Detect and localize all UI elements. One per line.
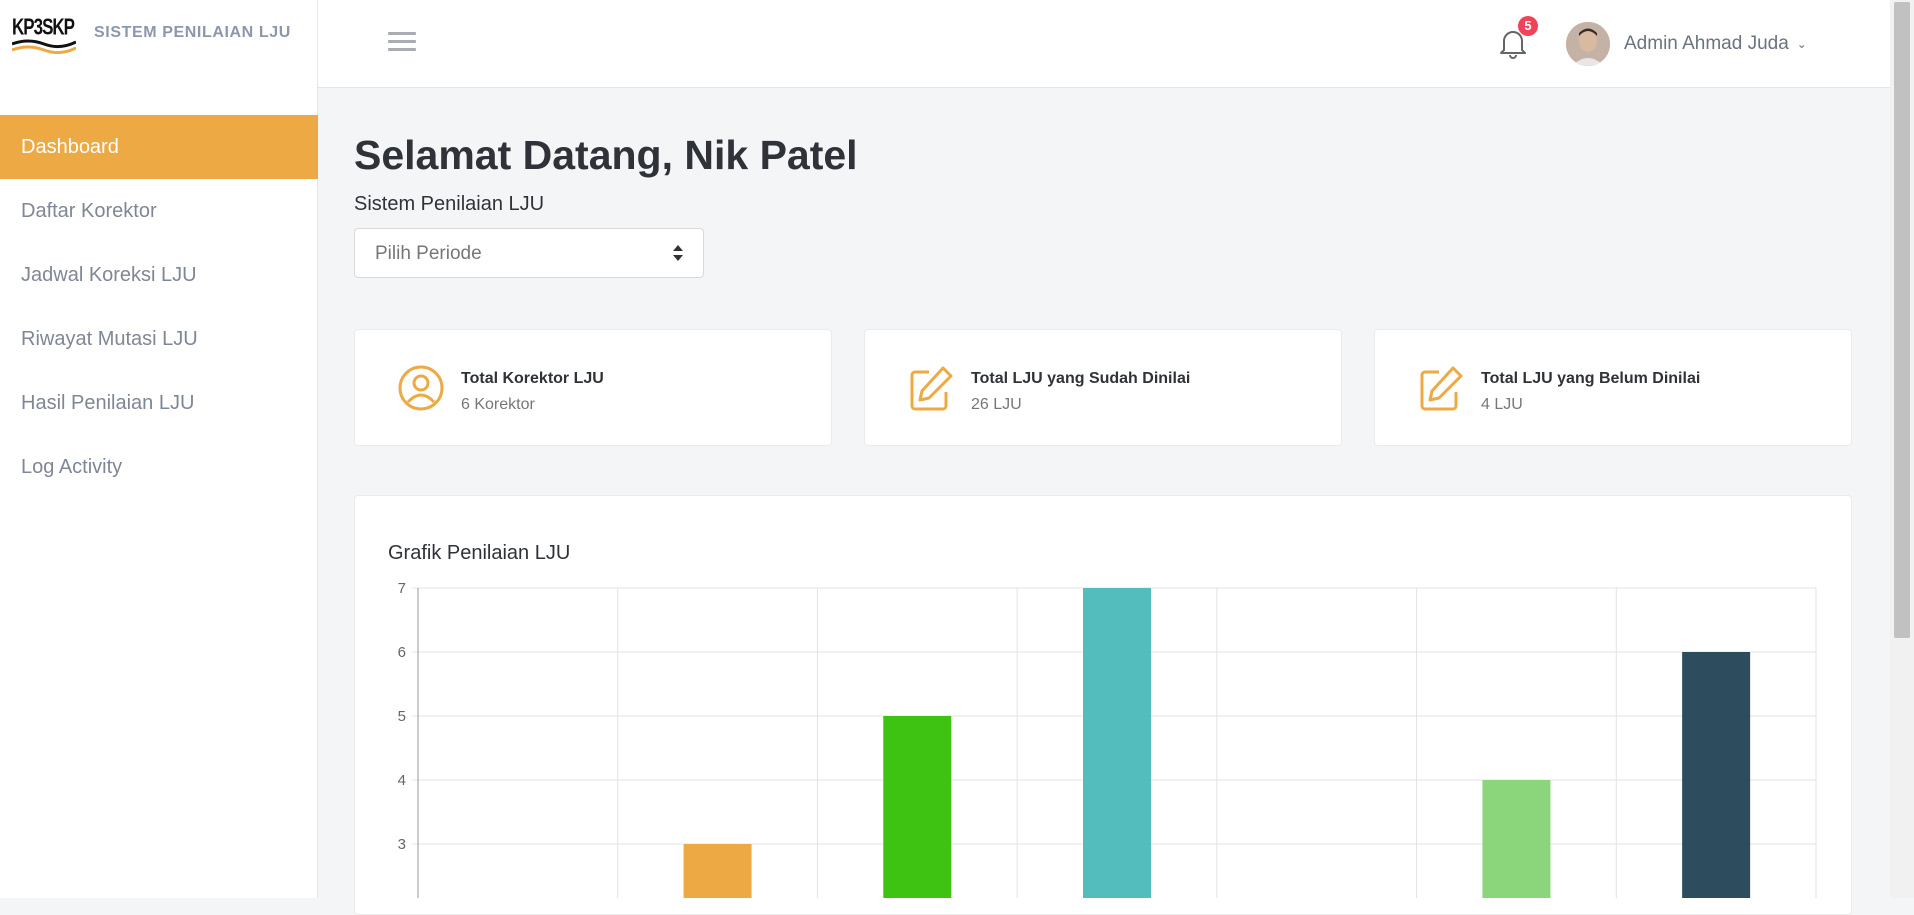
sidebar-item-dashboard[interactable]: Dashboard <box>0 115 318 179</box>
card-value: 26 LJU <box>971 396 1022 413</box>
user-name: Admin Ahmad Juda <box>1624 33 1789 54</box>
period-select[interactable]: Pilih Periode <box>354 228 704 278</box>
avatar <box>1566 22 1610 66</box>
chart-bar[interactable] <box>1083 588 1151 898</box>
chart-bar[interactable] <box>1482 780 1551 898</box>
sidebar-item-riwayat-mutasi[interactable]: Riwayat Mutasi LJU <box>0 307 318 371</box>
sidebar-item-hasil-penilaian[interactable]: Hasil Penilaian LJU <box>0 371 318 435</box>
brand-title: SISTEM PENILAIAN LJU <box>94 24 291 41</box>
card-title: Total LJU yang Belum Dinilai <box>1481 370 1701 387</box>
chart-bar[interactable] <box>1682 652 1751 898</box>
sidebar: KP3SKP SISTEM PENILAIAN LJU Dashboard Da… <box>0 0 318 898</box>
brand-logo: KP3SKP <box>12 14 76 56</box>
page-title: Selamat Datang, Nik Patel <box>354 132 858 178</box>
card-title: Total LJU yang Sudah Dinilai <box>971 370 1191 387</box>
sidebar-item-daftar-korektor[interactable]: Daftar Korektor <box>0 179 318 243</box>
scrollbar-thumb[interactable] <box>1894 2 1910 638</box>
brand[interactable]: KP3SKP SISTEM PENILAIAN LJU <box>12 14 290 56</box>
page-subtitle: Sistem Penilaian LJU <box>354 193 545 215</box>
card-value: 4 LJU <box>1481 396 1523 413</box>
user-menu[interactable]: Admin Ahmad Juda ⌄ <box>1566 22 1807 66</box>
card-title: Total Korektor LJU <box>461 370 604 387</box>
y-tick-label: 5 <box>398 708 406 725</box>
sidebar-item-log-activity[interactable]: Log Activity <box>0 435 318 499</box>
y-tick-label: 3 <box>398 836 406 853</box>
hamburger-icon[interactable] <box>388 32 416 54</box>
sort-arrows-icon <box>673 245 683 261</box>
edit-icon <box>910 366 953 411</box>
notification-badge: 5 <box>1518 16 1538 36</box>
logo-waves <box>12 39 76 55</box>
y-tick-label: 6 <box>398 644 406 661</box>
bar-chart: 7 6 5 4 3 <box>398 580 1817 898</box>
stat-card-belum-dinilai: Total LJU yang Belum Dinilai 4 LJU <box>1374 329 1852 446</box>
y-tick-label: 4 <box>398 772 406 789</box>
sidebar-item-jadwal-koreksi[interactable]: Jadwal Koreksi LJU <box>0 243 318 307</box>
sidebar-nav: Dashboard Daftar Korektor Jadwal Koreksi… <box>0 115 318 499</box>
chevron-down-icon: ⌄ <box>1796 37 1807 51</box>
user-circle-icon <box>398 365 444 411</box>
chart-title: Grafik Penilaian LJU <box>388 542 571 564</box>
topbar: 5 Admin Ahmad Juda ⌄ <box>318 0 1890 88</box>
card-value: 6 Korektor <box>461 396 535 413</box>
stat-card-total-korektor: Total Korektor LJU 6 Korektor <box>354 329 832 446</box>
chart-bar[interactable] <box>883 716 952 898</box>
y-tick-label: 7 <box>398 580 406 597</box>
chart-bar[interactable] <box>683 844 752 898</box>
stat-card-sudah-dinilai: Total LJU yang Sudah Dinilai 26 LJU <box>864 329 1342 446</box>
edit-icon <box>1420 366 1463 411</box>
period-select-value: Pilih Periode <box>375 243 482 264</box>
